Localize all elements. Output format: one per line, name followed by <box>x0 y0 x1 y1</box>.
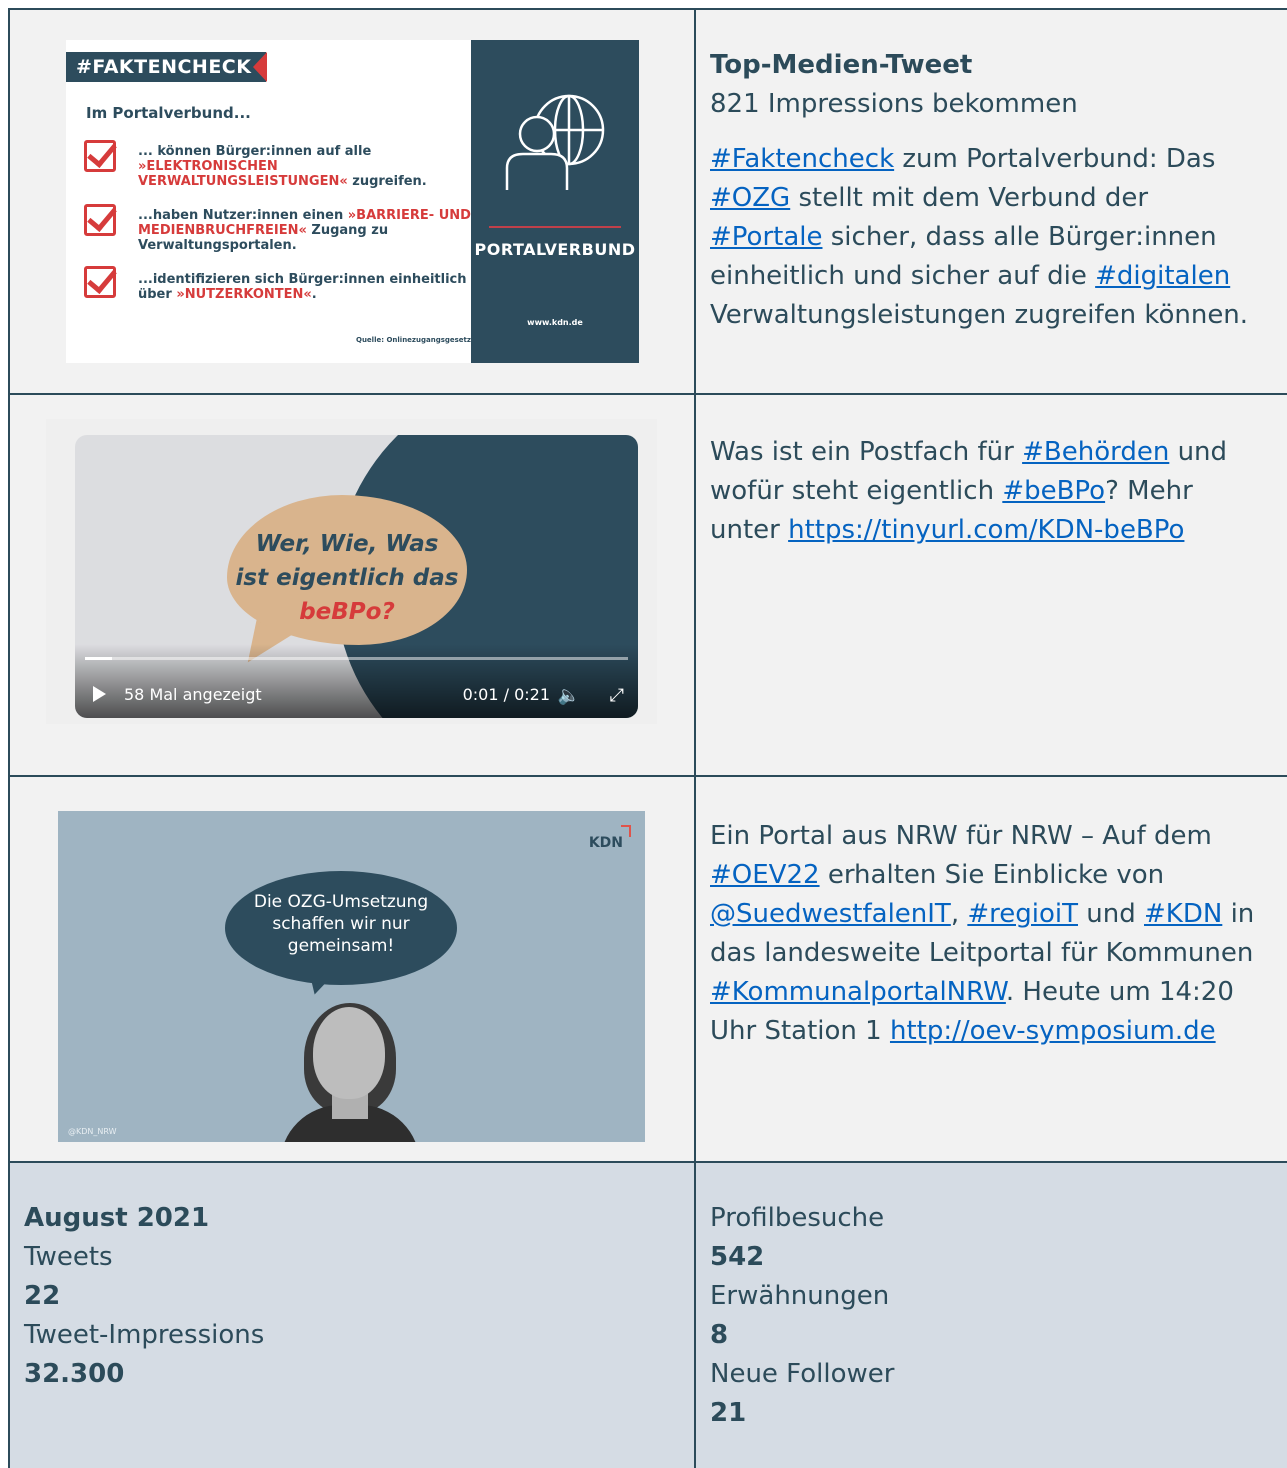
suedwestfalenit-mention-link[interactable]: @SuedwestfalenIT <box>710 899 951 929</box>
video-bubble-text: Wer, Wie, Was ist eigentlich das beBPo? <box>235 531 459 625</box>
panel-url: www.kdn.de <box>527 318 583 327</box>
person-head <box>313 1007 385 1099</box>
mentions-value: 8 <box>710 1320 729 1350</box>
faktencheck-left-panel: #FAKTENCHECK Im Portalverbund... ... kön… <box>66 40 471 363</box>
stats-left: August 2021 Tweets 22 Tweet-Impressions … <box>24 1199 264 1394</box>
stats-right: Profilbesuche 542 Erwähnungen 8 Neue Fol… <box>710 1199 894 1433</box>
checkbox-checked-icon <box>84 204 116 236</box>
mentions-label: Erwähnungen <box>710 1281 890 1311</box>
top-media-tweet-title: Top-Medien-Tweet <box>710 50 973 80</box>
impressions-text: 821 Impressions bekommen <box>710 89 1078 119</box>
portalverbund-label: PORTALVERBUND <box>474 240 636 259</box>
stats-month: August 2021 <box>24 1203 210 1233</box>
video-card: Wer, Wie, Was ist eigentlich das beBPo? … <box>46 419 657 724</box>
row1-text: Top-Medien-Tweet 821 Impressions bekomme… <box>710 50 1249 330</box>
play-icon[interactable] <box>93 686 106 702</box>
kdn-handle: @KDN_NRW <box>68 1127 117 1136</box>
checkbox-checked-icon <box>84 266 116 298</box>
oev-symposium-link[interactable]: http://oev-symposium.de <box>890 1016 1216 1046</box>
row2-text-cell: Was ist ein Postfach für #Behörden und w… <box>694 393 1287 775</box>
hashtag-portale-link[interactable]: #Portale <box>710 222 822 252</box>
portalverbund-panel: PORTALVERBUND www.kdn.de <box>471 40 639 363</box>
banner-arrow-icon <box>253 52 267 82</box>
kdn-portal-image: KDN Die OZG-Umsetzung schaffen wir nur g… <box>58 811 645 1142</box>
faktencheck-item-3: ...identifizieren sich Bürger:innen einh… <box>138 272 467 302</box>
hashtag-faktencheck-link[interactable]: #Faktencheck <box>710 144 894 174</box>
stats-right-cell: Profilbesuche 542 Erwähnungen 8 Neue Fol… <box>694 1161 1287 1468</box>
hashtag-kommunalportalnrw-link[interactable]: #KommunalportalNRW <box>710 977 1006 1007</box>
checkbox-checked-icon <box>84 140 116 172</box>
globe-person-icon <box>505 94 605 190</box>
video-player[interactable]: Wer, Wie, Was ist eigentlich das beBPo? … <box>75 435 638 718</box>
impressions-value: 32.300 <box>24 1359 125 1389</box>
impressions-label: Tweet-Impressions <box>24 1320 265 1350</box>
video-progress-fill <box>85 657 113 660</box>
hashtag-oev22-link[interactable]: #OEV22 <box>710 860 820 890</box>
tinyurl-link[interactable]: https://tinyurl.com/KDN-beBPo <box>788 515 1184 545</box>
person-portrait <box>280 1003 420 1142</box>
followers-value: 21 <box>710 1398 747 1428</box>
visits-value: 542 <box>710 1242 765 1272</box>
kdn-logo: KDN <box>588 835 623 851</box>
faktencheck-subtitle: Im Portalverbund... <box>86 104 251 122</box>
tweets-label: Tweets <box>24 1242 113 1272</box>
row3-media-cell: KDN Die OZG-Umsetzung schaffen wir nur g… <box>8 775 694 1161</box>
row2-media-cell: Wer, Wie, Was ist eigentlich das beBPo? … <box>8 393 694 775</box>
hashtag-behoerden-link[interactable]: #Behörden <box>1022 437 1169 467</box>
tweets-value: 22 <box>24 1281 61 1311</box>
volume-icon[interactable]: 🔈 <box>558 685 580 706</box>
row3-text-cell: Ein Portal aus NRW für NRW – Auf dem #OE… <box>694 775 1287 1161</box>
video-controls-bar <box>75 644 638 718</box>
stats-left-cell: August 2021 Tweets 22 Tweet-Impressions … <box>8 1161 694 1468</box>
hashtag-regioit-link[interactable]: #regioiT <box>967 899 1078 929</box>
hashtag-kdn-link[interactable]: #KDN <box>1144 899 1222 929</box>
hashtag-digitalen-link[interactable]: #digitalen <box>1095 261 1230 291</box>
row1-text-cell: Top-Medien-Tweet 821 Impressions bekomme… <box>694 8 1287 393</box>
faktencheck-banner: #FAKTENCHECK <box>66 52 266 82</box>
panel-divider <box>489 226 621 228</box>
video-progress-bar[interactable] <box>85 657 628 660</box>
visits-label: Profilbesuche <box>710 1203 885 1233</box>
video-time: 0:01 / 0:21 <box>462 685 550 704</box>
speech-bubble-text: Die OZG-Umsetzung schaffen wir nur gemei… <box>253 892 429 956</box>
row2-text: Was ist ein Postfach für #Behörden und w… <box>710 437 1228 545</box>
faktencheck-image: #FAKTENCHECK Im Portalverbund... ... kön… <box>66 40 639 363</box>
report-table: #FAKTENCHECK Im Portalverbund... ... kön… <box>8 8 1287 1468</box>
row3-text: Ein Portal aus NRW für NRW – Auf dem #OE… <box>710 821 1255 1046</box>
faktencheck-item-1: ... können Bürger:innen auf alle »ELEKTR… <box>138 144 427 189</box>
faktencheck-item-2: ...haben Nutzer:innen einen »BARRIERE- U… <box>138 208 471 253</box>
row1-media-cell: #FAKTENCHECK Im Portalverbund... ... kön… <box>8 8 694 393</box>
video-view-count: 58 Mal angezeigt <box>124 685 262 704</box>
fullscreen-icon[interactable]: ⤢ <box>610 685 624 706</box>
followers-label: Neue Follower <box>710 1359 895 1389</box>
faktencheck-source: Quelle: Onlinezugangsgesetz <box>356 336 471 344</box>
hashtag-ozg-link[interactable]: #OZG <box>710 183 790 213</box>
hashtag-bebpo-link[interactable]: #beBPo <box>1002 476 1105 506</box>
